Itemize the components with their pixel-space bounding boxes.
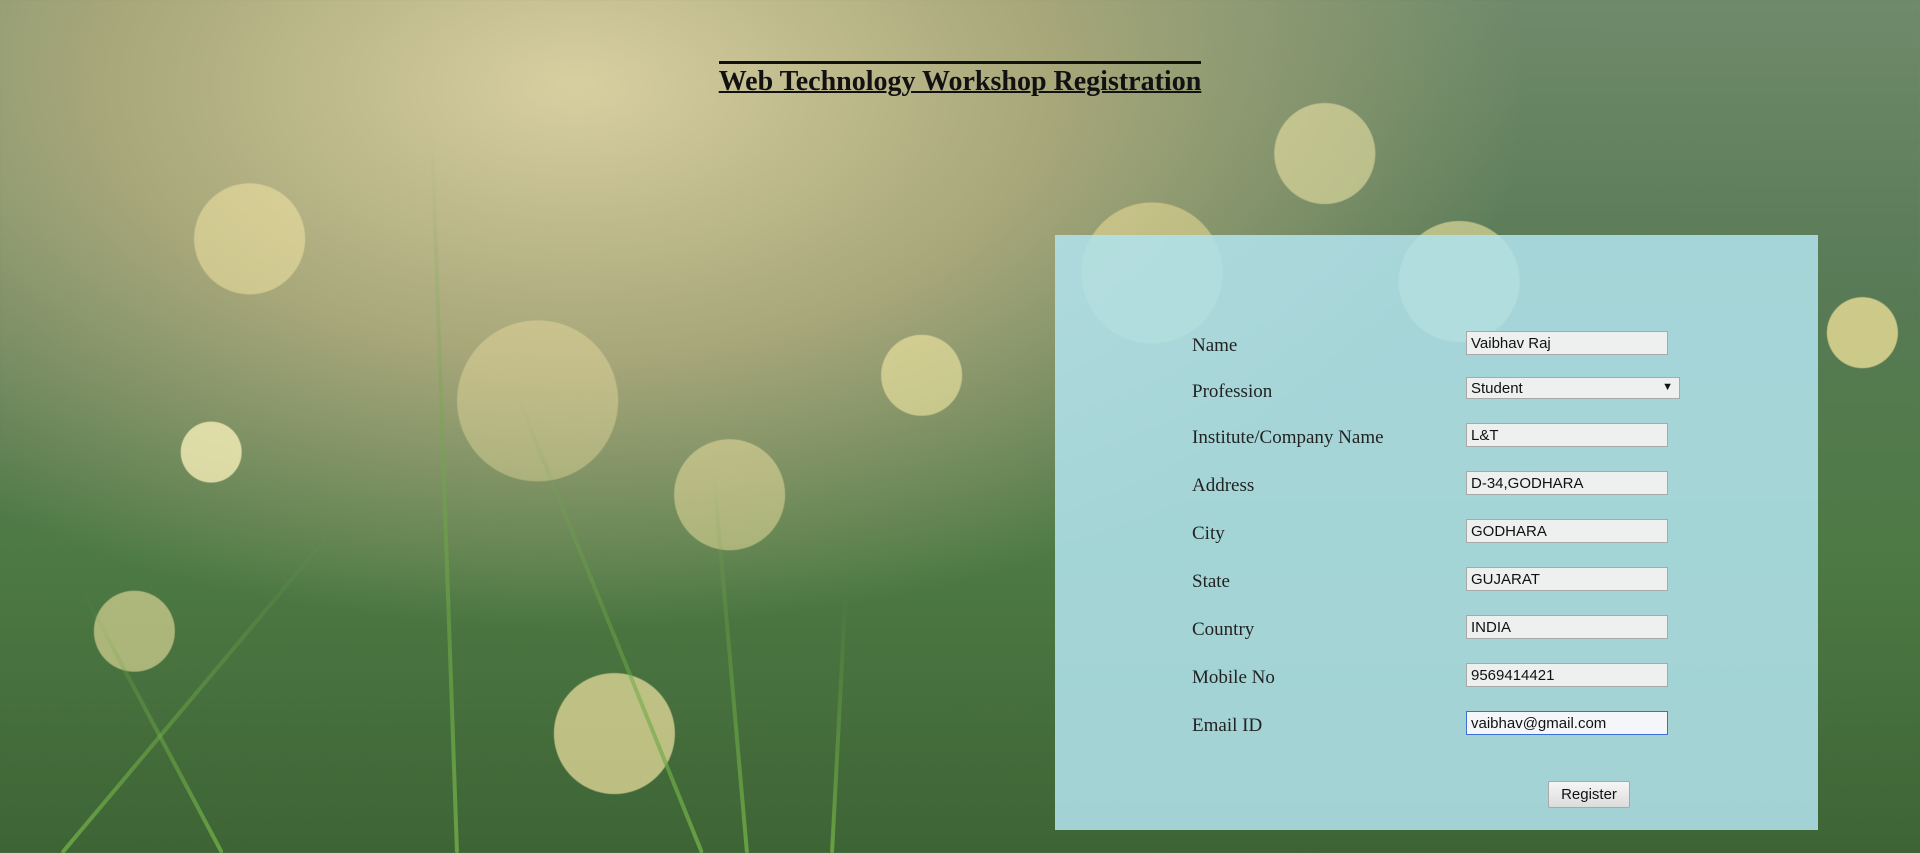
institute-input[interactable]	[1466, 423, 1668, 447]
city-row: City	[1192, 519, 1712, 549]
city-input[interactable]	[1466, 519, 1668, 543]
address-input[interactable]	[1466, 471, 1668, 495]
name-label: Name	[1192, 335, 1238, 356]
mobile-label: Mobile No	[1192, 667, 1275, 688]
page-title: Web Technology Workshop Registration	[0, 61, 1920, 98]
email-input[interactable]	[1466, 711, 1668, 735]
state-label: State	[1192, 571, 1230, 592]
address-label: Address	[1192, 475, 1255, 496]
address-row: Address	[1192, 471, 1712, 501]
state-row: State	[1192, 567, 1712, 597]
background-grass-blade	[830, 593, 848, 853]
page-title-text: Web Technology Workshop Registration	[718, 61, 1202, 97]
profession-selected-value: Student	[1471, 380, 1523, 397]
state-input[interactable]	[1466, 567, 1668, 591]
mobile-row: Mobile No	[1192, 663, 1712, 693]
profession-row: Profession Student ▼	[1192, 377, 1712, 407]
registration-form: Name Profession Student ▼ Institute/Comp…	[1055, 235, 1818, 830]
country-input[interactable]	[1466, 615, 1668, 639]
email-row: Email ID	[1192, 711, 1712, 741]
name-input[interactable]	[1466, 331, 1668, 355]
city-label: City	[1192, 523, 1225, 544]
register-button[interactable]: Register	[1548, 781, 1630, 808]
country-row: Country	[1192, 615, 1712, 645]
background-grass-blade	[512, 388, 704, 853]
email-label: Email ID	[1192, 715, 1263, 736]
country-label: Country	[1192, 619, 1255, 640]
institute-row: Institute/Company Name	[1192, 423, 1712, 453]
chevron-down-icon: ▼	[1662, 381, 1673, 393]
name-row: Name	[1192, 331, 1712, 361]
mobile-input[interactable]	[1466, 663, 1668, 687]
background-grass-blade	[429, 133, 459, 853]
institute-label: Institute/Company Name	[1192, 427, 1384, 448]
profession-select[interactable]: Student ▼	[1466, 377, 1680, 399]
profession-label: Profession	[1192, 381, 1273, 402]
background-grass-blade	[711, 474, 749, 853]
background-grass-blade	[79, 587, 224, 853]
